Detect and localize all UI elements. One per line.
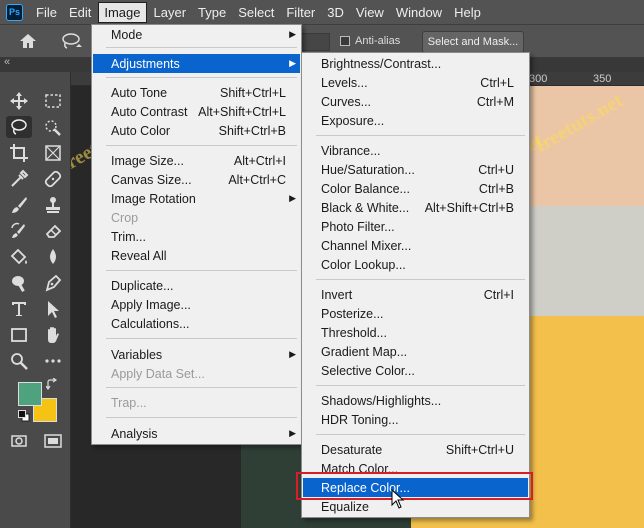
- menu-item-brightness-contrast[interactable]: Brightness/Contrast...: [303, 54, 528, 73]
- menu-layer[interactable]: Layer: [149, 3, 192, 22]
- menu-item-selective-color[interactable]: Selective Color...: [303, 361, 528, 380]
- eraser-tool-icon[interactable]: [40, 220, 66, 242]
- screen-mode-icon[interactable]: [40, 430, 66, 452]
- menu-window[interactable]: Window: [391, 3, 447, 22]
- menu-item-duplicate[interactable]: Duplicate...: [93, 276, 300, 295]
- annotation-highlight-box: [296, 472, 533, 500]
- mouse-cursor-icon: [391, 488, 405, 509]
- move-tool-icon[interactable]: [6, 90, 32, 112]
- submenu-arrow-icon: ▶: [289, 58, 296, 68]
- menu-item-shadows-highlights[interactable]: Shadows/Highlights...: [303, 391, 528, 410]
- lasso-tool-icon[interactable]: [6, 116, 32, 138]
- rectangle-tool-icon[interactable]: [6, 324, 32, 346]
- ruler-mark: 300: [529, 73, 548, 85]
- menu-view[interactable]: View: [351, 3, 389, 22]
- hand-tool-icon[interactable]: [40, 324, 66, 346]
- menu-item-image-size[interactable]: Image Size... Alt+Ctrl+I: [93, 151, 300, 170]
- menu-select[interactable]: Select: [233, 3, 279, 22]
- menu-edit[interactable]: Edit: [64, 3, 96, 22]
- menu-item-calculations[interactable]: Calculations...: [93, 314, 300, 333]
- submenu-arrow-icon: ▶: [289, 349, 296, 359]
- eyedropper-tool-icon[interactable]: [6, 168, 32, 190]
- quick-mask-icon[interactable]: [6, 430, 32, 452]
- zoom-tool-icon[interactable]: [6, 350, 32, 372]
- select-and-mask-button[interactable]: Select and Mask...: [422, 31, 524, 53]
- brush-tool-icon[interactable]: [6, 194, 32, 216]
- menu-item-analysis[interactable]: Analysis ▶: [93, 424, 300, 443]
- menu-item-curves[interactable]: Curves... Ctrl+M: [303, 92, 528, 111]
- menu-item-invert[interactable]: Invert Ctrl+I: [303, 285, 528, 304]
- feather-input[interactable]: [300, 33, 330, 51]
- menu-item-exposure[interactable]: Exposure...: [303, 111, 528, 130]
- paint-bucket-tool-icon[interactable]: [6, 246, 32, 268]
- more-tools-icon[interactable]: [40, 350, 66, 372]
- menu-item-gradient-map[interactable]: Gradient Map...: [303, 342, 528, 361]
- ruler-mark: 350: [593, 73, 612, 85]
- menu-item-black-white[interactable]: Black & White... Alt+Shift+Ctrl+B: [303, 198, 528, 217]
- menu-item-threshold[interactable]: Threshold...: [303, 323, 528, 342]
- menu-item-photo-filter[interactable]: Photo Filter...: [303, 217, 528, 236]
- quick-selection-tool-icon[interactable]: [40, 116, 66, 138]
- menu-item-posterize[interactable]: Posterize...: [303, 304, 528, 323]
- menu-item-vibrance[interactable]: Vibrance...: [303, 141, 528, 160]
- menu-item-trap: Trap...: [111, 395, 147, 410]
- menu-item-adjustments[interactable]: Adjustments ▶: [93, 54, 300, 73]
- menu-bar: Ps File Edit Image Layer Type Select Fil…: [0, 0, 644, 24]
- menu-item-levels[interactable]: Levels... Ctrl+L: [303, 73, 528, 92]
- menu-help[interactable]: Help: [449, 3, 486, 22]
- menu-item-auto-contrast[interactable]: Auto Contrast Alt+Shift+Ctrl+L: [93, 102, 300, 121]
- lasso-tool-preset-icon[interactable]: [60, 32, 84, 50]
- anti-alias-label: Anti-alias: [355, 35, 401, 47]
- menu-item-auto-color[interactable]: Auto Color Shift+Ctrl+B: [93, 121, 300, 140]
- menu-item-auto-tone[interactable]: Auto Tone Shift+Ctrl+L: [93, 83, 300, 102]
- tools-panel: [0, 72, 71, 528]
- blur-tool-icon[interactable]: [40, 246, 66, 268]
- home-icon[interactable]: [18, 31, 38, 51]
- clone-stamp-tool-icon[interactable]: [40, 194, 66, 216]
- menu-item-mode[interactable]: Mode ▶: [93, 25, 300, 44]
- menu-item-channel-mixer[interactable]: Channel Mixer...: [303, 236, 528, 255]
- anti-alias-checkbox[interactable]: Anti-alias: [340, 35, 400, 47]
- menu-item-hdr-toning[interactable]: HDR Toning...: [303, 410, 528, 429]
- menu-item-apply-data-set: Apply Data Set...: [111, 366, 205, 381]
- marquee-tool-icon[interactable]: [40, 90, 66, 112]
- menu-type[interactable]: Type: [193, 3, 231, 22]
- menu-item-variables[interactable]: Variables ▶: [93, 345, 300, 364]
- submenu-arrow-icon: ▶: [289, 428, 296, 438]
- swap-colors-icon[interactable]: [45, 377, 58, 391]
- menu-item-reveal-all[interactable]: Reveal All: [93, 246, 300, 265]
- dodge-tool-icon[interactable]: [6, 272, 32, 294]
- menu-filter[interactable]: Filter: [281, 3, 320, 22]
- collapse-panel-icon[interactable]: «: [4, 56, 10, 68]
- frame-tool-icon[interactable]: [40, 142, 66, 164]
- menu-item-color-balance[interactable]: Color Balance... Ctrl+B: [303, 179, 528, 198]
- anti-alias-check-icon[interactable]: [340, 36, 350, 46]
- menu-item-canvas-size[interactable]: Canvas Size... Alt+Ctrl+C: [93, 170, 300, 189]
- image-menu-dropdown: Mode ▶ Adjustments ▶ Auto Tone Shift+Ctrl+L…: [91, 24, 302, 445]
- menu-image[interactable]: Image: [98, 1, 147, 23]
- menu-item-apply-image[interactable]: Apply Image...: [93, 295, 300, 314]
- menu-item-trim[interactable]: Trim...: [93, 227, 300, 246]
- type-tool-icon[interactable]: [6, 298, 32, 320]
- foreground-color-swatch[interactable]: [18, 382, 42, 406]
- menu-item-color-lookup[interactable]: Color Lookup...: [303, 255, 528, 274]
- menu-file[interactable]: File: [31, 3, 62, 22]
- crop-tool-icon[interactable]: [6, 142, 32, 164]
- pen-tool-icon[interactable]: [40, 272, 66, 294]
- menu-item-desaturate[interactable]: Desaturate Shift+Ctrl+U: [303, 440, 528, 459]
- default-colors-icon[interactable]: [18, 410, 30, 422]
- menu-item-image-rotation[interactable]: Image Rotation ▶: [93, 189, 300, 208]
- history-brush-tool-icon[interactable]: [6, 220, 32, 242]
- submenu-arrow-icon: ▶: [289, 193, 296, 203]
- photoshop-logo: Ps: [6, 3, 23, 21]
- adjustments-submenu: Brightness/Contrast... Levels... Ctrl+L C…: [301, 52, 530, 518]
- menu-item-hue-saturation[interactable]: Hue/Saturation... Ctrl+U: [303, 160, 528, 179]
- menu-item-crop: Crop: [111, 210, 139, 225]
- path-selection-tool-icon[interactable]: [40, 298, 66, 320]
- healing-brush-tool-icon[interactable]: [40, 168, 66, 190]
- menu-3d[interactable]: 3D: [322, 3, 349, 22]
- submenu-arrow-icon: ▶: [289, 29, 296, 39]
